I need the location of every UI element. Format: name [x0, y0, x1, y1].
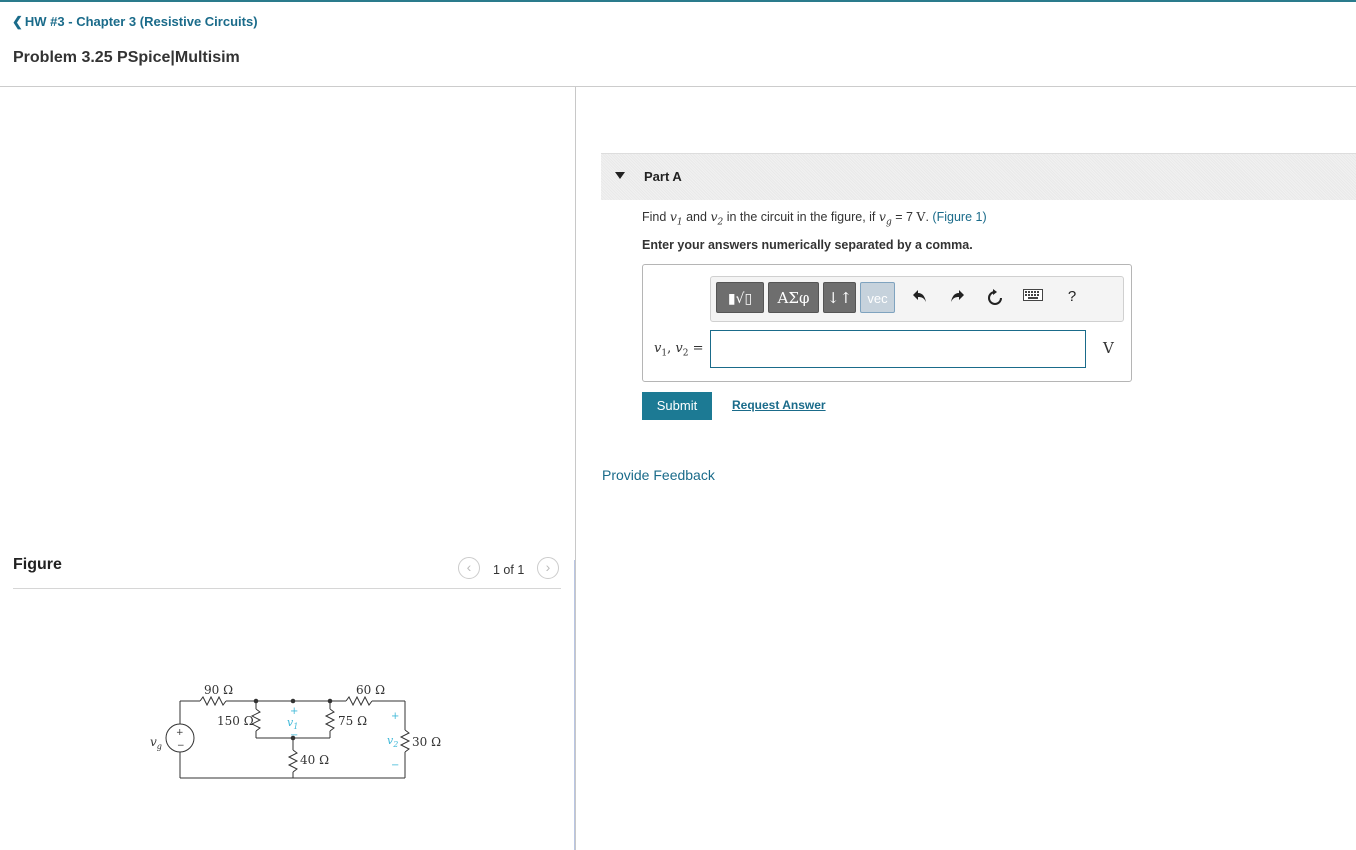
problem-title: Problem 3.25 PSpice|Multisim: [13, 49, 240, 66]
part-a-header[interactable]: [601, 153, 1356, 200]
answer-input[interactable]: [710, 330, 1086, 368]
keyboard-icon[interactable]: [1022, 285, 1044, 309]
resistor-30: [399, 729, 411, 753]
label-60-ohm: 60 Ω: [356, 683, 385, 697]
redo-icon[interactable]: [946, 285, 968, 309]
vec-label: vec: [867, 291, 888, 306]
header-divider: [0, 86, 1356, 87]
label-vg: vg: [150, 735, 162, 751]
vector-button[interactable]: vec: [860, 282, 895, 313]
part-title: Part A: [644, 169, 682, 184]
resistor-40: [287, 749, 299, 773]
column-resize-handle[interactable]: [574, 560, 575, 850]
help-label: ?: [1067, 288, 1077, 305]
chevron-right-icon: ›: [545, 559, 551, 575]
figure-title: Figure: [13, 556, 62, 573]
node-v1: [290, 698, 296, 704]
answer-unit: V: [1103, 339, 1114, 357]
subscript-superscript-button[interactable]: ↓↑: [823, 282, 856, 313]
request-answer-link[interactable]: Request Answer: [732, 398, 826, 412]
chevron-left-icon: ‹: [466, 559, 472, 575]
answer-label: v1, v2 =: [654, 341, 704, 359]
label-75-ohm: 75 Ω: [338, 714, 367, 728]
undo-icon[interactable]: [909, 285, 931, 309]
var-v2: v2: [710, 209, 724, 228]
help-icon[interactable]: ?: [1061, 285, 1083, 309]
templates-icon: ▮√▯: [727, 291, 753, 307]
question-value: = 7: [895, 210, 913, 224]
label-30-ohm: 30 Ω: [412, 735, 441, 749]
provide-feedback-link[interactable]: Provide Feedback: [602, 467, 715, 483]
column-divider[interactable]: [575, 87, 576, 850]
figure-link[interactable]: (Figure 1): [932, 210, 986, 224]
source-minus: −: [177, 741, 185, 751]
figure-prev-button[interactable]: ‹: [458, 557, 480, 579]
source-plus: +: [176, 728, 184, 738]
v2-minus: −: [391, 760, 399, 771]
resistor-75: [324, 708, 336, 732]
greek-symbols-button[interactable]: ΑΣφ: [768, 282, 819, 313]
collapse-caret-icon[interactable]: [615, 172, 625, 179]
top-accent-bar: [0, 0, 1356, 2]
var-vg: vg: [878, 209, 892, 228]
label-150-ohm: 150 Ω: [217, 714, 254, 728]
label-v2: v2: [387, 734, 398, 749]
question-find: Find: [642, 210, 667, 224]
var-v1: v1: [669, 209, 683, 228]
label-40-ohm: 40 Ω: [300, 753, 329, 767]
v2-plus: +: [391, 711, 399, 722]
figure-next-button[interactable]: ›: [537, 557, 559, 579]
submit-button[interactable]: Submit: [642, 392, 712, 420]
label-v1: v1: [287, 716, 298, 731]
node-b: [327, 698, 333, 704]
back-link-label: HW #3 - Chapter 3 (Resistive Circuits): [24, 14, 258, 29]
question-text: Find v1 and v2 in the circuit in the fig…: [642, 209, 987, 228]
greek-icon: ΑΣφ: [777, 289, 810, 307]
chevron-left-icon: ❮: [12, 14, 23, 29]
label-90-ohm: 90 Ω: [204, 683, 233, 697]
circuit-diagram[interactable]: + − 90 Ω 60 Ω 150 Ω 75 Ω 40 Ω 30 Ω vg + …: [140, 672, 460, 792]
figure-divider: [13, 588, 561, 589]
instruction-text: Enter your answers numerically separated…: [642, 238, 973, 252]
question-in-circuit: in the circuit in the figure, if: [726, 210, 876, 224]
arrows-icon: ↓↑: [826, 289, 853, 307]
reset-icon[interactable]: [984, 285, 1006, 309]
back-to-assignment-link[interactable]: ❮ HW #3 - Chapter 3 (Resistive Circuits): [12, 14, 258, 30]
templates-button[interactable]: ▮√▯: [716, 282, 764, 313]
figure-counter: 1 of 1: [493, 563, 525, 577]
resistor-90: [199, 695, 227, 707]
node-a: [253, 698, 259, 704]
v1-minus: −: [290, 730, 298, 741]
question-and: and: [686, 210, 707, 224]
resistor-60: [345, 695, 373, 707]
question-period: .: [925, 210, 929, 224]
